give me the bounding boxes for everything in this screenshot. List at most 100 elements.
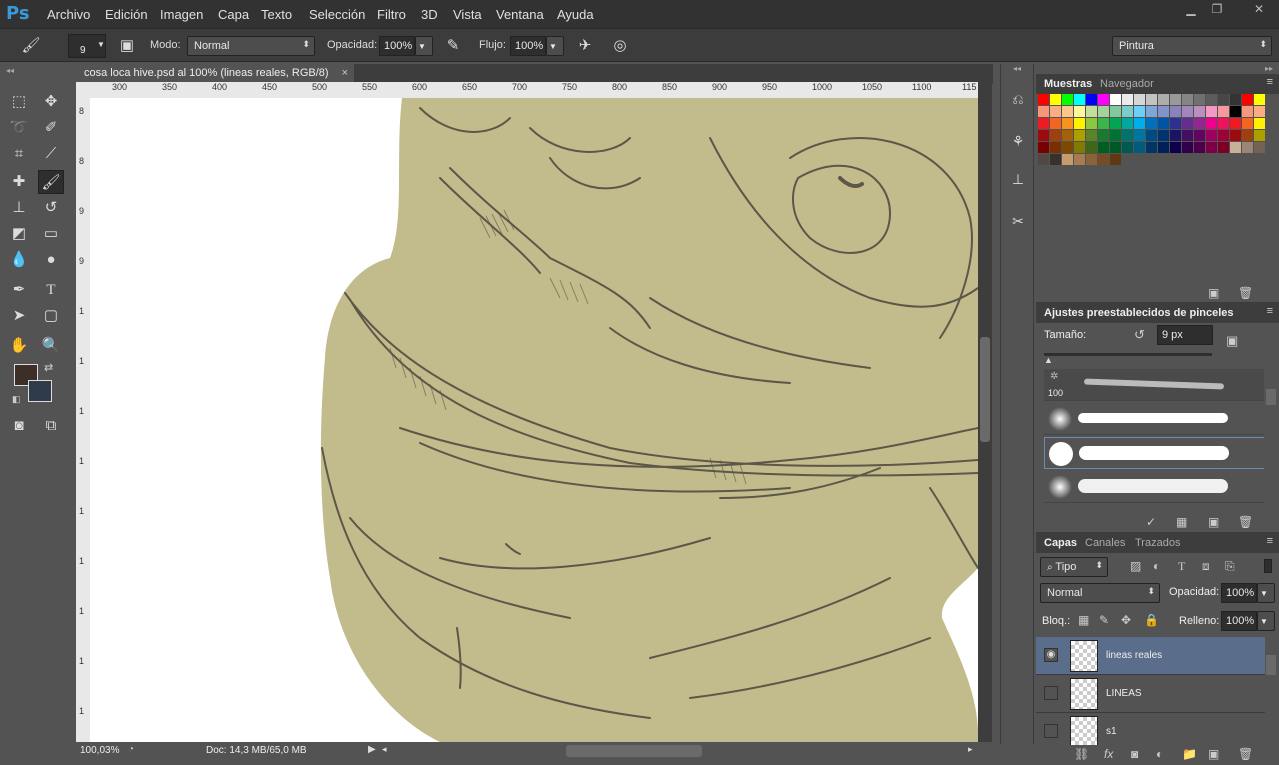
layer-row-lineas-reales[interactable]: ◉ lineas reales (1036, 637, 1265, 675)
layer-fill-input[interactable]: 100% (1221, 611, 1257, 631)
scroll-right-icon[interactable]: ▸ (968, 744, 973, 755)
color-swatch[interactable] (1206, 142, 1217, 153)
add-mask-icon[interactable]: ◙ (1131, 747, 1138, 761)
brush-size-slider[interactable] (1044, 353, 1212, 356)
brush-presets-title[interactable]: Ajustes preestablecidos de pinceles (1044, 307, 1234, 319)
horizontal-scroll-thumb[interactable] (566, 745, 702, 757)
color-swatch[interactable] (1122, 130, 1133, 141)
color-swatch[interactable] (1218, 130, 1229, 141)
panel-menu-icon[interactable]: ≡ (1267, 305, 1273, 317)
color-swatch[interactable] (1170, 106, 1181, 117)
color-swatch[interactable] (1182, 130, 1193, 141)
color-swatch[interactable] (1194, 130, 1205, 141)
collapse-arrows-icon[interactable]: ◂◂ (6, 66, 14, 75)
color-swatch[interactable] (1098, 142, 1109, 153)
color-swatch[interactable] (1086, 142, 1097, 153)
vertical-scrollbar[interactable] (978, 82, 992, 742)
lock-image-icon[interactable]: ✎ (1099, 613, 1109, 627)
airbrush-icon[interactable]: ✈ (574, 35, 596, 57)
color-swatch[interactable] (1062, 142, 1073, 153)
dodge-tool-icon[interactable]: ● (38, 248, 64, 272)
color-swatch[interactable] (1050, 106, 1061, 117)
color-swatch[interactable] (1230, 118, 1241, 129)
brush-list-scroll-thumb[interactable] (1266, 389, 1276, 405)
color-swatch[interactable] (1038, 154, 1049, 165)
expand-arrows-icon[interactable]: ▸▸ (1265, 64, 1273, 73)
color-swatch[interactable] (1146, 94, 1157, 105)
flow-input[interactable]: 100% (510, 36, 546, 56)
hand-tool-icon[interactable]: ✋ (6, 334, 32, 358)
tool-presets-panel-icon[interactable]: ✂ (1005, 210, 1031, 232)
color-swatch[interactable] (1098, 130, 1109, 141)
color-swatch[interactable] (1038, 142, 1049, 153)
brush-panel-toggle-icon[interactable]: ▣ (1226, 333, 1238, 349)
color-swatch[interactable] (1050, 130, 1061, 141)
brush-picker[interactable]: 9 ▼ (68, 34, 106, 58)
color-swatch[interactable] (1062, 94, 1073, 105)
tab-canales[interactable]: Canales (1085, 537, 1125, 549)
layer-style-icon[interactable]: fx (1104, 747, 1113, 761)
document-canvas[interactable] (90, 98, 978, 742)
new-swatch-icon[interactable]: ▣ (1208, 286, 1219, 300)
color-swatch[interactable] (1110, 154, 1121, 165)
color-swatch[interactable] (1218, 94, 1229, 105)
color-swatch[interactable] (1050, 142, 1061, 153)
status-arrow-icon[interactable]: ▶ (368, 744, 376, 755)
color-swatch[interactable] (1206, 130, 1217, 141)
color-swatch[interactable] (1242, 130, 1253, 141)
mode-select[interactable]: Normal ⬍ (187, 36, 315, 56)
color-swatch[interactable] (1110, 94, 1121, 105)
layer-filter-select[interactable]: ⌕ Tipo ⬍ (1040, 557, 1108, 577)
close-window-icon[interactable]: ✕ (1244, 2, 1274, 18)
color-swatch[interactable] (1050, 118, 1061, 129)
quick-mask-icon[interactable]: ◙ (6, 414, 32, 438)
color-swatch[interactable] (1134, 142, 1145, 153)
color-swatch[interactable] (1218, 106, 1229, 117)
color-swatch[interactable] (1206, 118, 1217, 129)
color-swatch[interactable] (1158, 106, 1169, 117)
color-swatch[interactable] (1110, 142, 1121, 153)
filter-type-icon[interactable]: T (1178, 559, 1185, 574)
color-swatch[interactable] (1158, 118, 1169, 129)
opacity-input[interactable]: 100% (379, 36, 415, 56)
background-color-swatch[interactable] (28, 380, 52, 402)
layer-opacity-input[interactable]: 100% (1221, 583, 1257, 603)
quick-selection-tool-icon[interactable]: ✐ (38, 116, 64, 140)
swap-colors-icon[interactable]: ⇄ (44, 361, 53, 374)
tab-muestras[interactable]: Muestras (1044, 78, 1092, 90)
filter-shape-icon[interactable]: ⧈ (1202, 559, 1210, 574)
color-swatch[interactable] (1254, 130, 1265, 141)
document-tab[interactable]: cosa loca hive.psd al 100% (lineas reale… (76, 64, 354, 84)
brush-size-slider-handle-icon[interactable]: ▲ (1044, 355, 1053, 365)
delete-brush-icon[interactable]: 🗑 (1238, 515, 1253, 529)
status-menu-icon[interactable]: ◔ (128, 744, 134, 755)
menu-archivo[interactable]: Archivo (47, 7, 90, 22)
color-swatch[interactable] (1158, 142, 1169, 153)
color-swatch[interactable] (1062, 130, 1073, 141)
gradient-tool-icon[interactable]: ▭ (38, 222, 64, 246)
delete-swatch-icon[interactable]: 🗑 (1238, 286, 1253, 300)
color-swatch[interactable] (1062, 118, 1073, 129)
color-swatch[interactable] (1146, 106, 1157, 117)
open-preset-manager-icon[interactable]: ▦ (1176, 515, 1187, 529)
filter-toggle[interactable] (1264, 559, 1272, 573)
blur-tool-icon[interactable]: 💧 (6, 248, 32, 272)
color-swatch[interactable] (1146, 118, 1157, 129)
zoom-level[interactable]: 100,03% (80, 745, 119, 756)
visibility-toggle[interactable] (1044, 686, 1058, 700)
marquee-tool-icon[interactable]: ⬚ (6, 90, 32, 114)
color-swatch[interactable] (1086, 118, 1097, 129)
brush-preset-item[interactable] (1044, 403, 1264, 435)
delete-layer-icon[interactable]: 🗑 (1238, 747, 1253, 761)
tab-capas[interactable]: Capas (1044, 537, 1077, 549)
default-colors-icon[interactable]: ◧ (12, 394, 21, 405)
filter-pixel-icon[interactable]: ▨ (1130, 559, 1141, 573)
color-swatch[interactable] (1146, 130, 1157, 141)
color-swatch[interactable] (1218, 142, 1229, 153)
color-swatch[interactable] (1230, 142, 1241, 153)
pen-tool-icon[interactable]: ✒ (6, 278, 32, 302)
color-swatch[interactable] (1254, 118, 1265, 129)
menu-seleccion[interactable]: Selección (309, 7, 365, 22)
new-layer-icon[interactable]: ▣ (1208, 747, 1219, 761)
color-swatch[interactable] (1170, 130, 1181, 141)
